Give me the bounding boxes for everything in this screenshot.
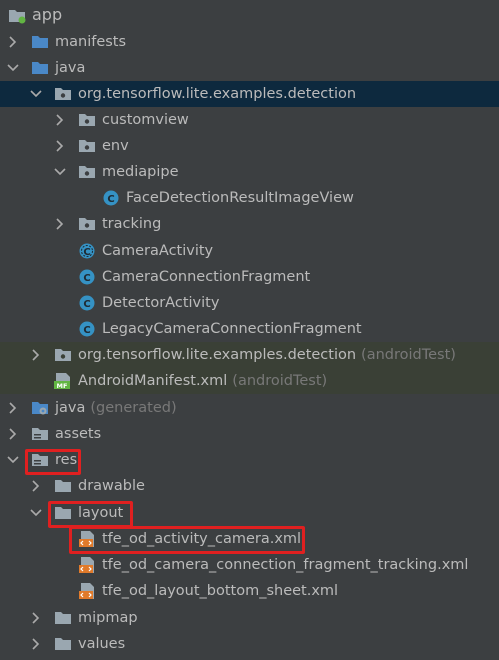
folder-blue-icon bbox=[31, 59, 49, 77]
highlight-box-layout-file bbox=[69, 526, 305, 554]
package-icon bbox=[54, 346, 72, 364]
resource-folder-icon bbox=[31, 425, 49, 443]
class-icon: C bbox=[102, 189, 120, 207]
tree-item-manifests[interactable]: manifests bbox=[0, 29, 499, 55]
tree-label: AndroidManifest.xml (androidTest) bbox=[78, 373, 328, 389]
tree-label: customview bbox=[102, 112, 189, 128]
tree-label-suffix: (androidTest) bbox=[361, 347, 456, 363]
abstract-class-icon: C bbox=[78, 242, 96, 260]
package-icon bbox=[78, 111, 96, 129]
generated-folder-icon bbox=[31, 399, 49, 417]
package-icon bbox=[78, 215, 96, 233]
tree-item-java-generated[interactable]: java (generated) bbox=[0, 395, 499, 421]
tree-label: assets bbox=[55, 426, 102, 442]
chevron-down-icon[interactable] bbox=[6, 453, 20, 467]
tree-item-legacy-camera-connection-fragment[interactable]: C LegacyCameraConnectionFragment bbox=[0, 316, 499, 342]
tree-label: mipmap bbox=[78, 610, 138, 626]
tree-label: org.tensorflow.lite.examples.detection bbox=[78, 86, 357, 102]
tree-label: FaceDetectionResultImageView bbox=[126, 190, 354, 206]
tree-item-values[interactable]: values bbox=[0, 631, 499, 657]
xml-layout-file-icon bbox=[78, 556, 96, 574]
folder-icon bbox=[54, 477, 72, 495]
tree-label: CameraConnectionFragment bbox=[102, 269, 311, 285]
tree-label: app bbox=[32, 5, 63, 24]
tree-label: mediapipe bbox=[102, 164, 179, 180]
tree-label: DetectorActivity bbox=[102, 295, 220, 311]
class-icon: C bbox=[78, 320, 96, 338]
xml-layout-file-icon bbox=[78, 582, 96, 600]
chevron-right-icon[interactable] bbox=[29, 637, 43, 651]
chevron-right-icon[interactable] bbox=[6, 427, 20, 441]
tree-label: LegacyCameraConnectionFragment bbox=[102, 321, 362, 337]
folder-icon bbox=[54, 635, 72, 653]
tree-item-drawable[interactable]: drawable bbox=[0, 473, 499, 499]
package-icon bbox=[54, 85, 72, 103]
chevron-right-icon[interactable] bbox=[29, 348, 43, 362]
highlight-box-layout bbox=[48, 501, 133, 528]
chevron-right-icon[interactable] bbox=[53, 139, 67, 153]
tree-item-layout-file[interactable]: tfe_od_camera_connection_fragment_tracki… bbox=[0, 552, 499, 578]
chevron-down-icon[interactable] bbox=[6, 61, 20, 75]
chevron-down-icon[interactable] bbox=[29, 87, 43, 101]
manifest-file-icon: MF bbox=[54, 372, 72, 390]
project-tree: app manifests java org.tensorflow.lite.e… bbox=[0, 0, 499, 660]
svg-text:C: C bbox=[83, 325, 90, 336]
tree-item-mipmap[interactable]: mipmap bbox=[0, 605, 499, 631]
tree-item-java[interactable]: java bbox=[0, 55, 499, 81]
folder-icon bbox=[54, 609, 72, 627]
tree-item-tracking[interactable]: tracking bbox=[0, 211, 499, 237]
tree-item-mediapipe[interactable]: mediapipe bbox=[0, 159, 499, 185]
tree-label: manifests bbox=[55, 34, 127, 50]
tree-label: env bbox=[102, 138, 129, 154]
tree-item-package-test[interactable]: org.tensorflow.lite.examples.detection (a… bbox=[0, 342, 499, 368]
tree-item-package-main[interactable]: org.tensorflow.lite.examples.detection bbox=[0, 81, 499, 107]
tree-item-env[interactable]: env bbox=[0, 133, 499, 159]
tree-item-face-detection-view[interactable]: C FaceDetectionResultImageView bbox=[0, 185, 499, 211]
chevron-right-icon[interactable] bbox=[29, 611, 43, 625]
chevron-right-icon[interactable] bbox=[29, 479, 43, 493]
tree-item-assets[interactable]: assets bbox=[0, 421, 499, 447]
tree-label: tfe_od_camera_connection_fragment_tracki… bbox=[102, 557, 469, 573]
svg-text:C: C bbox=[83, 299, 90, 310]
tree-item-android-manifest-test[interactable]: MF AndroidManifest.xml (androidTest) bbox=[0, 368, 499, 394]
tree-label-suffix: (androidTest) bbox=[232, 373, 328, 389]
class-icon: C bbox=[78, 268, 96, 286]
tree-label: values bbox=[78, 636, 126, 652]
chevron-right-icon[interactable] bbox=[53, 113, 67, 127]
chevron-right-icon[interactable] bbox=[6, 35, 20, 49]
svg-text:C: C bbox=[83, 247, 90, 258]
tree-item-detector-activity[interactable]: C DetectorActivity bbox=[0, 290, 499, 316]
tree-label: CameraActivity bbox=[102, 243, 214, 259]
tree-label: java (generated) bbox=[55, 400, 177, 416]
tree-item-customview[interactable]: customview bbox=[0, 107, 499, 133]
chevron-right-icon[interactable] bbox=[6, 401, 20, 415]
highlight-box-res bbox=[25, 449, 81, 475]
package-icon bbox=[78, 163, 96, 181]
tree-item-app[interactable]: app bbox=[0, 2, 499, 28]
svg-text:MF: MF bbox=[57, 382, 68, 390]
class-icon: C bbox=[78, 294, 96, 312]
tree-label: drawable bbox=[78, 478, 145, 494]
svg-text:C: C bbox=[107, 194, 114, 205]
chevron-right-icon[interactable] bbox=[53, 217, 67, 231]
tree-label: org.tensorflow.lite.examples.detection (a… bbox=[78, 347, 456, 363]
folder-blue-icon bbox=[31, 33, 49, 51]
tree-label: tracking bbox=[102, 216, 162, 232]
tree-label: java bbox=[55, 60, 86, 76]
svg-text:C: C bbox=[83, 273, 90, 284]
chevron-down-icon[interactable] bbox=[29, 506, 43, 520]
tree-item-layout-file[interactable]: tfe_od_layout_bottom_sheet.xml bbox=[0, 578, 499, 604]
tree-item-camera-connection-fragment[interactable]: C CameraConnectionFragment bbox=[0, 264, 499, 290]
tree-item-camera-activity[interactable]: C CameraActivity bbox=[0, 238, 499, 264]
package-icon bbox=[78, 137, 96, 155]
chevron-down-icon[interactable] bbox=[53, 165, 67, 179]
tree-label-suffix: (generated) bbox=[90, 400, 177, 416]
tree-label: tfe_od_layout_bottom_sheet.xml bbox=[102, 583, 339, 599]
module-icon bbox=[8, 6, 26, 24]
